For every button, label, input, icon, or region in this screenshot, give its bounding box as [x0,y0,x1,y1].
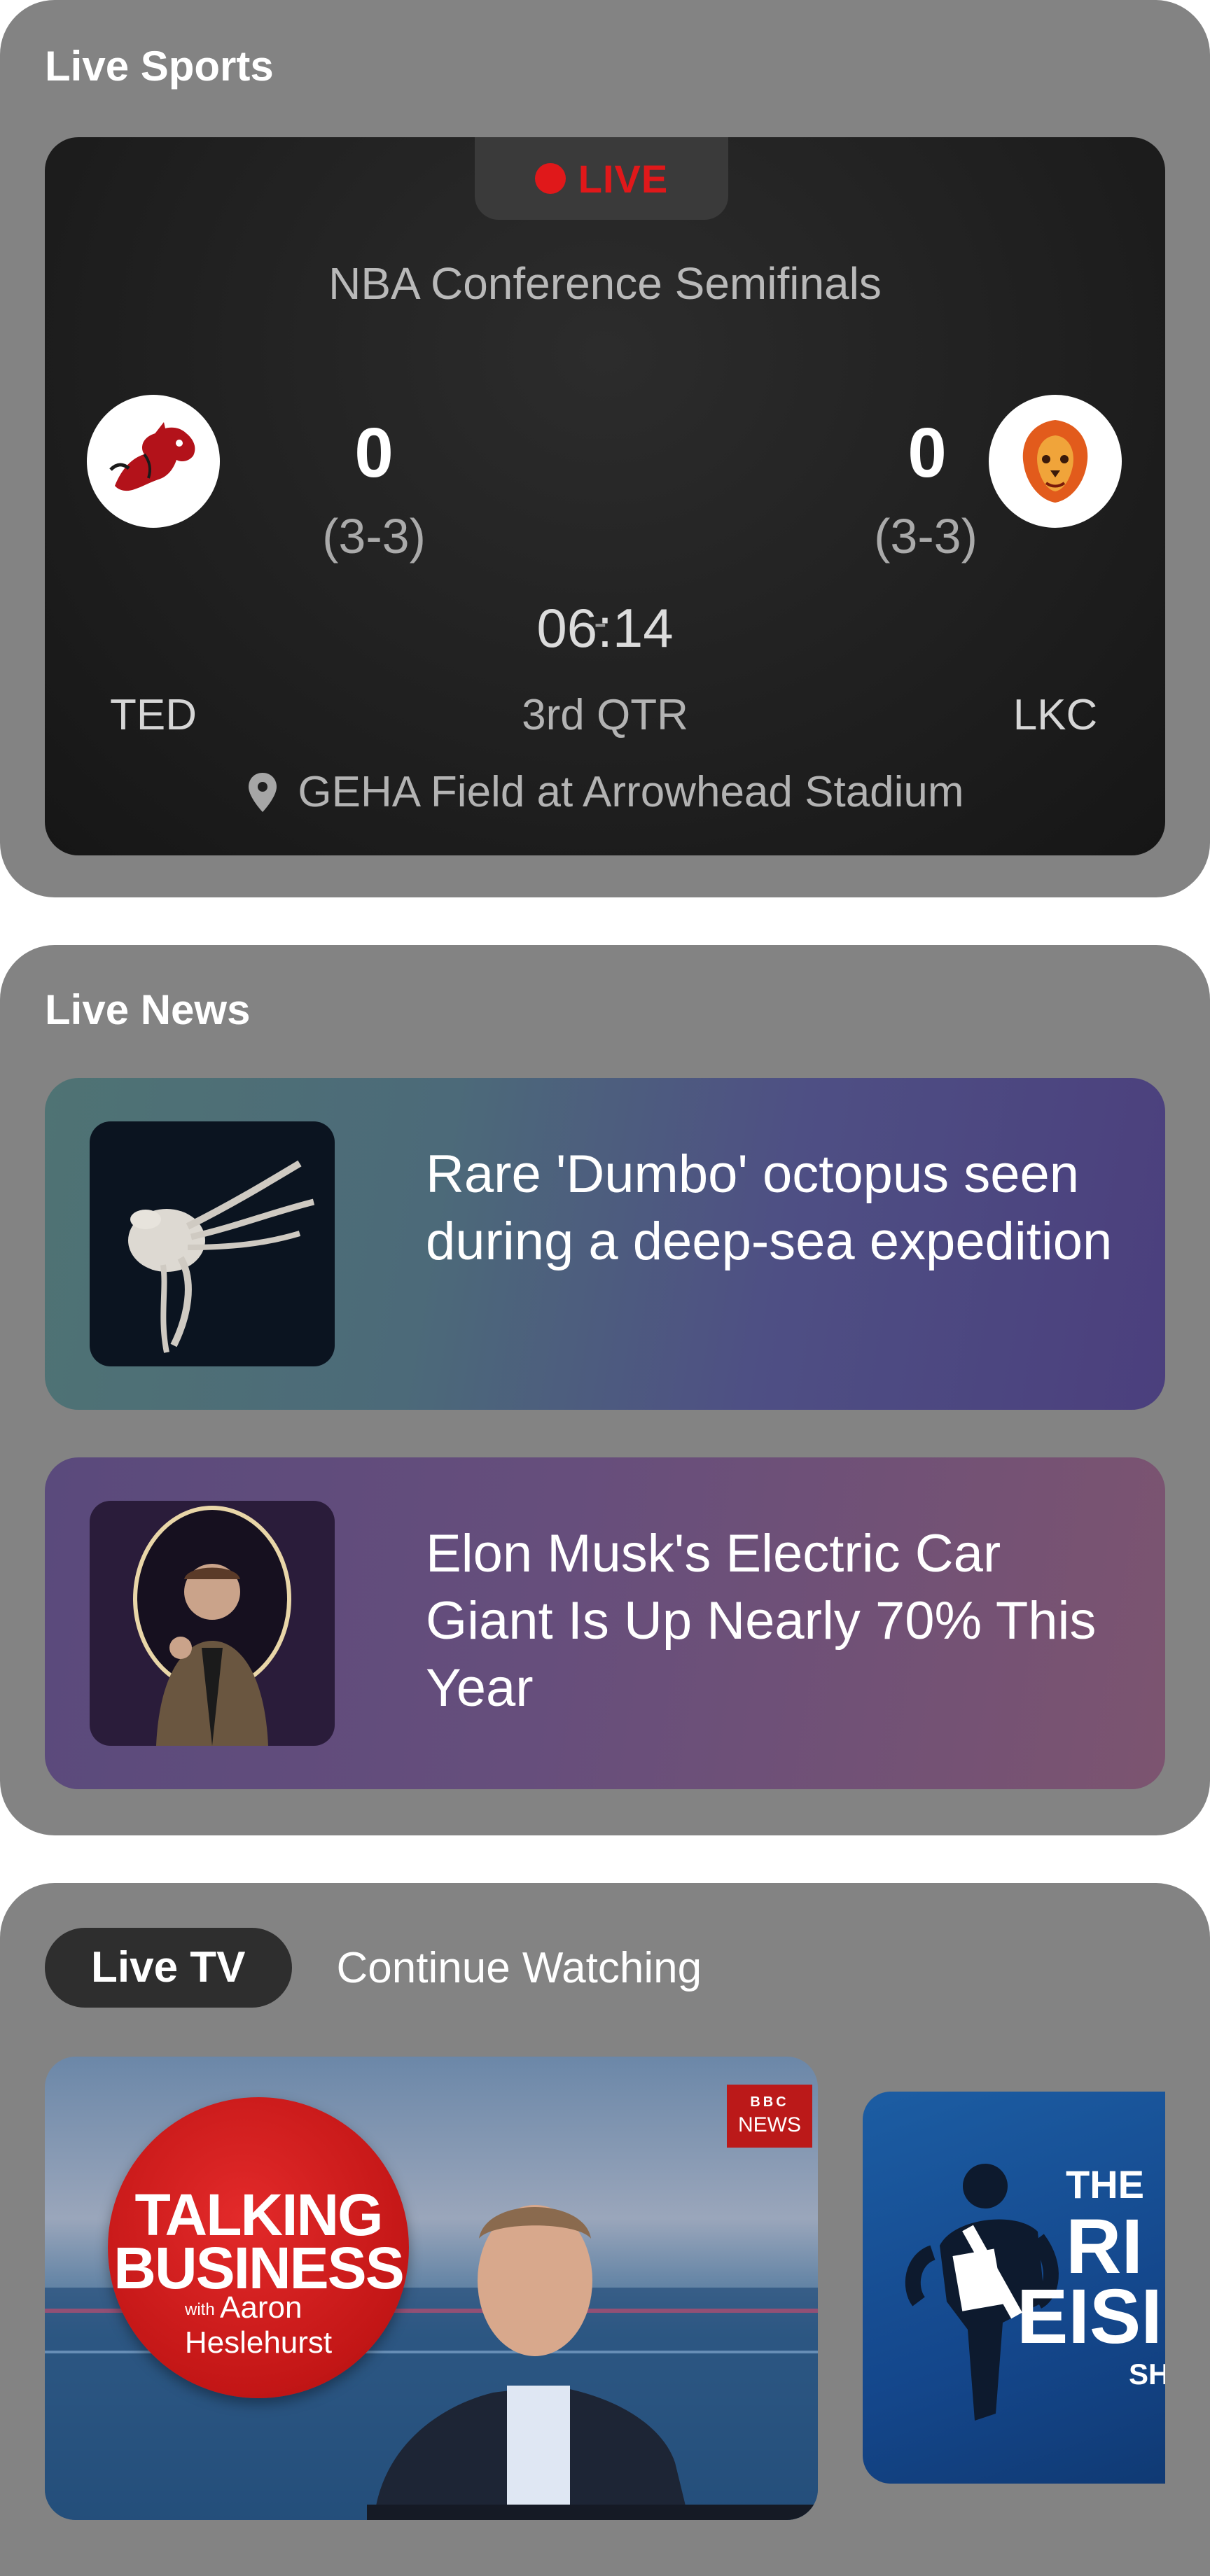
side-title-line4: SH [1129,2358,1165,2390]
tab-live-tv[interactable]: Live TV [45,1928,292,2008]
network-top: BBC [750,2094,789,2110]
away-team-logo-icon[interactable] [989,395,1122,528]
live-game-card[interactable]: LIVE NBA Conference Semifinals TED 0 (3-… [45,137,1165,855]
live-news-panel: Live News Rare 'Dumbo' octopus seen duri… [0,945,1210,1835]
side-title-line3: EISI [1017,2274,1162,2360]
show-with-label: with [185,2300,215,2319]
home-record: (3-3) [322,509,426,564]
game-clock: 06:14 [536,597,674,659]
away-score: 0 [908,414,947,492]
bbc-news-badge: BBC NEWS [727,2085,812,2148]
tab-continue-watching[interactable]: Continue Watching [337,1943,702,1993]
live-news-title: Live News [45,986,251,1033]
news-headline: Rare 'Dumbo' octopus seen during a deep-… [426,1144,1113,1271]
news-item[interactable]: Elon Musk's Electric Car Giant Is Up Nea… [45,1457,1165,1789]
host-last-name: Heslehurst [184,2325,333,2360]
away-record: (3-3) [874,509,978,564]
news-item[interactable]: Rare 'Dumbo' octopus seen during a deep-… [45,1078,1165,1410]
home-team-logo-icon[interactable] [87,395,220,528]
location-pin-icon [249,772,277,812]
news-thumbnail-portrait [90,1501,335,1746]
live-label: LIVE [578,156,669,201]
talking-business-logo: TALKING BUSINESS with Aaron Heslehurst [108,2097,409,2398]
network-bottom: NEWS [738,2113,801,2136]
league-name: NBA Conference Semifinals [328,258,882,309]
game-period: 3rd QTR [522,691,688,739]
side-title-line1: THE [1066,2162,1144,2206]
live-dot-icon [534,163,566,194]
live-badge: LIVE [475,137,728,220]
tv-card-rich-eisen-show[interactable]: THE RI EISI SH [863,2092,1165,2484]
host-first-name: Aaron [220,2290,302,2325]
live-sports-title: Live Sports [45,43,274,90]
news-headline: Elon Musk's Electric Car Giant Is Up Nea… [426,1524,1097,1718]
live-sports-panel: Live Sports LIVE NBA Conference Semifina… [0,0,1210,897]
live-tv-panel: Live TV Continue Watching TALKING BUSINE… [0,1883,1210,2576]
venue-name: GEHA Field at Arrowhead Stadium [298,768,964,816]
venue: GEHA Field at Arrowhead Stadium [45,767,1165,817]
tv-tab-bar: Live TV Continue Watching [45,1928,702,2008]
tv-card-talking-business[interactable]: TALKING BUSINESS with Aaron Heslehurst B… [45,2057,818,2520]
news-thumbnail-octopus [90,1121,335,1366]
home-score: 0 [354,414,394,492]
